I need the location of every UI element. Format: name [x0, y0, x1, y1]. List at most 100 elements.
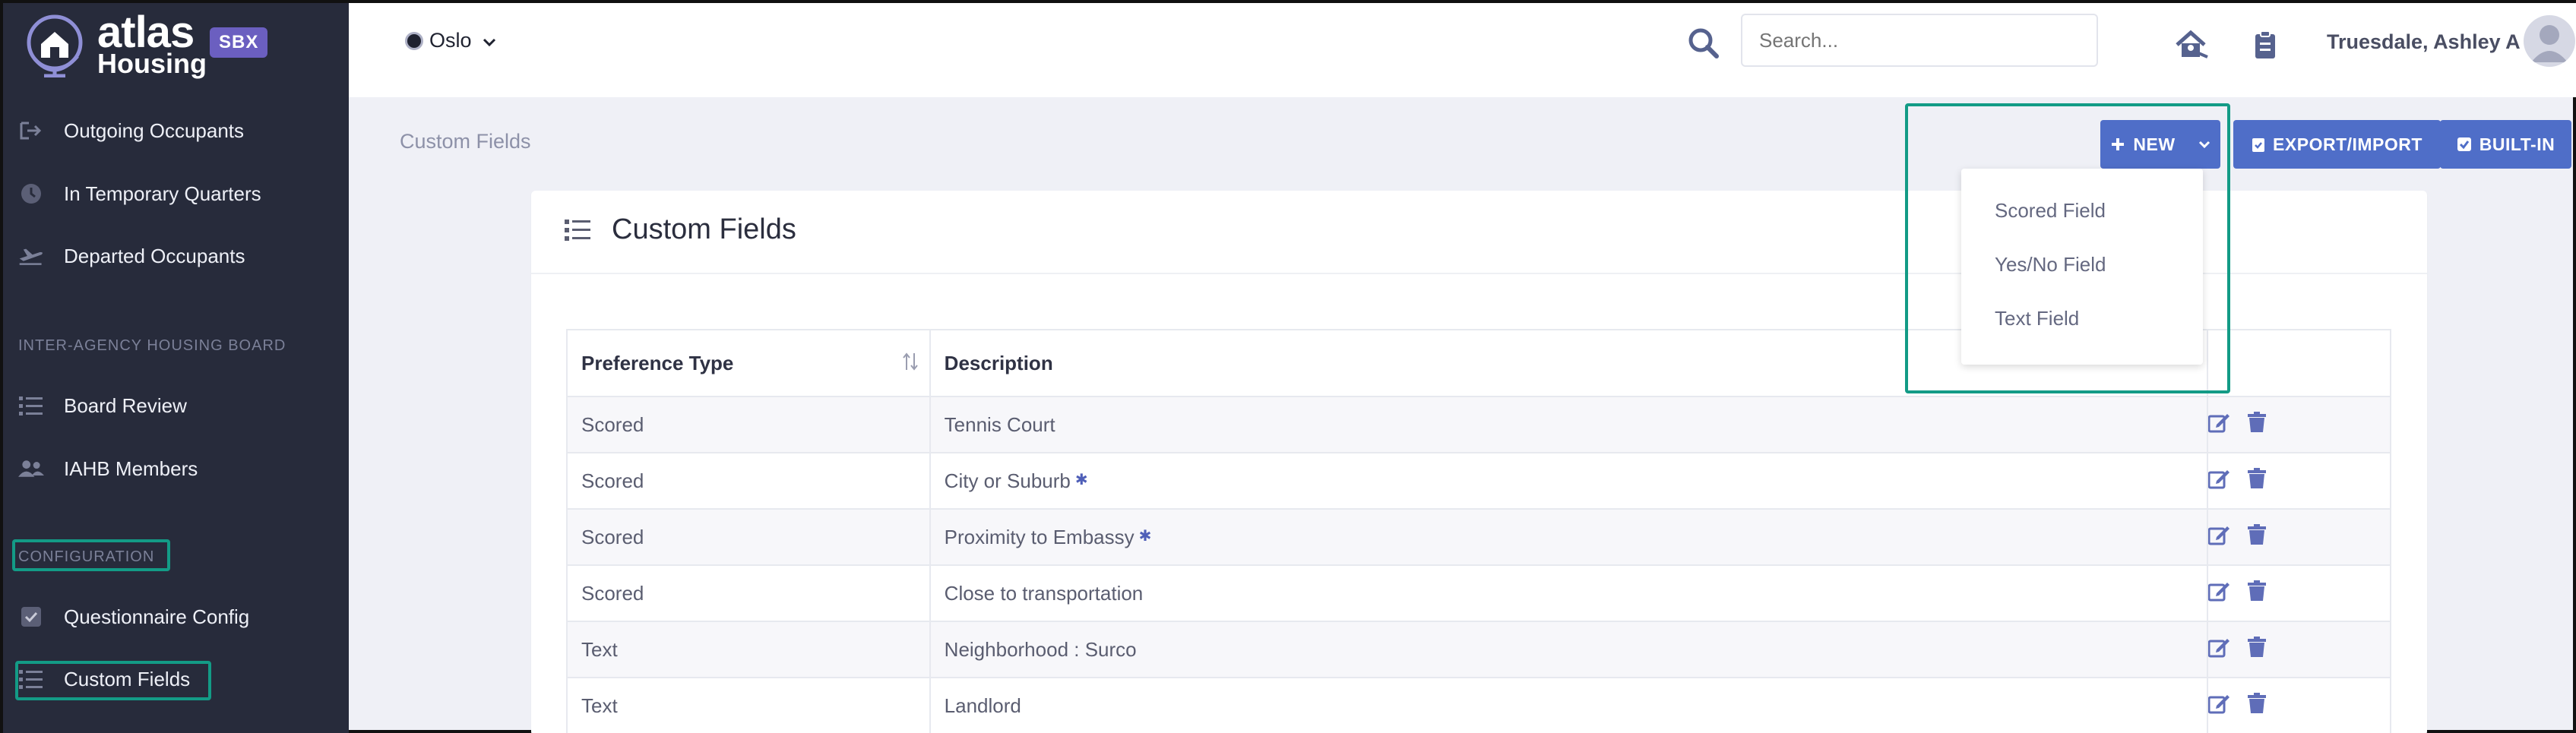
city-dot-icon: [405, 31, 423, 50]
cell-preference-type: Scored: [566, 452, 931, 510]
cell-actions: [2207, 564, 2391, 622]
sign-out-icon: [18, 118, 44, 144]
cell-actions: [2207, 396, 2391, 453]
menu-item-yes-no-field[interactable]: Yes/No Field: [1995, 253, 2106, 276]
sidebar-item-outgoing-occupants[interactable]: Outgoing Occupants: [3, 108, 349, 153]
brand-logo[interactable]: atlas Housing SBX: [24, 8, 343, 81]
table-row[interactable]: Scored Proximity to Embassy ✱: [566, 508, 2391, 566]
sidebar-item-label: Departed Occupants: [64, 244, 245, 267]
trash-icon[interactable]: [2248, 411, 2267, 433]
cell-actions: [2207, 677, 2391, 733]
preference-type-value: Scored: [581, 412, 644, 436]
built-in-button[interactable]: BUILT-IN: [2440, 120, 2571, 169]
sidebar-item-label: Outgoing Occupants: [64, 118, 245, 142]
description-value: Close to transportation: [944, 581, 1144, 605]
preference-type-value: Text: [581, 637, 618, 661]
user-name[interactable]: Truesdale, Ashley A: [2327, 30, 2521, 54]
list-icon: [18, 393, 44, 419]
cell-description: City or Suburb ✱: [929, 452, 2209, 510]
column-header-label: Description: [944, 351, 1053, 374]
description-value: Neighborhood : Surco: [944, 637, 1137, 661]
preference-type-value: Text: [581, 694, 618, 717]
cell-actions: [2207, 621, 2391, 678]
globe-house-icon: [27, 14, 83, 77]
trash-icon[interactable]: [2248, 580, 2267, 602]
sort-icon[interactable]: [902, 352, 919, 377]
cell-actions: [2207, 508, 2391, 566]
trash-icon[interactable]: [2248, 692, 2267, 714]
chevron-down-icon: [483, 29, 496, 52]
edit-icon[interactable]: [2208, 524, 2231, 545]
table-row[interactable]: Scored City or Suburb ✱: [566, 452, 2391, 510]
description-value: Proximity to Embassy: [944, 525, 1135, 548]
sidebar-item-label: Questionnaire Config: [64, 605, 250, 628]
cell-description: Close to transportation: [929, 564, 2209, 622]
menu-item-text-field[interactable]: Text Field: [1995, 307, 2079, 330]
clock-icon: [18, 181, 44, 207]
cell-description: Tennis Court: [929, 396, 2209, 453]
clipboard-icon[interactable]: [2246, 26, 2284, 64]
sidebar: atlas Housing SBX Outgoing Occupants In …: [3, 3, 349, 733]
check-square-icon: [2457, 137, 2472, 152]
cell-description: Proximity to Embassy ✱: [929, 508, 2209, 566]
trash-icon[interactable]: [2248, 636, 2267, 658]
table-row[interactable]: Scored Close to transportation: [566, 564, 2391, 622]
search-icon[interactable]: [1686, 26, 1721, 61]
check-square-icon: [18, 604, 44, 630]
description-value: Landlord: [944, 694, 1021, 717]
cell-actions: [2207, 452, 2391, 510]
users-icon: [18, 456, 44, 482]
sidebar-item-departed-occupants[interactable]: Departed Occupants: [3, 233, 349, 279]
export-import-button[interactable]: EXPORT/IMPORT: [2233, 120, 2441, 169]
required-star-icon: ✱: [1074, 471, 1088, 488]
sidebar-item-in-temporary-quarters[interactable]: In Temporary Quarters: [3, 171, 349, 216]
table-row[interactable]: Text Neighborhood : Surco: [566, 621, 2391, 678]
sidebar-item-iahb-members[interactable]: IAHB Members: [3, 446, 349, 491]
brand-subtitle: Housing: [97, 48, 207, 79]
table-row[interactable]: Text Landlord: [566, 677, 2391, 733]
highlight-box-configuration: [12, 539, 170, 571]
sidebar-item-questionnaire-config[interactable]: Questionnaire Config: [3, 594, 349, 640]
sidebar-item-label: In Temporary Quarters: [64, 182, 261, 205]
environment-badge: SBX: [210, 27, 268, 58]
edit-icon[interactable]: [2208, 412, 2231, 433]
cell-preference-type: Text: [566, 677, 931, 733]
built-in-label: BUILT-IN: [2479, 134, 2555, 154]
sidebar-item-label: Board Review: [64, 393, 187, 417]
search-input[interactable]: [1741, 14, 2098, 67]
cell-preference-type: Text: [566, 621, 931, 678]
section-heading-board: INTER-AGENCY HOUSING BOARD: [18, 337, 286, 354]
sidebar-item-label: IAHB Members: [64, 457, 198, 480]
column-header-preference-type[interactable]: Preference Type: [566, 329, 931, 397]
breadcrumb: Custom Fields: [400, 130, 531, 153]
description-value: Tennis Court: [944, 412, 1055, 436]
export-import-label: EXPORT/IMPORT: [2273, 134, 2423, 154]
sidebar-item-board-review[interactable]: Board Review: [3, 383, 349, 428]
column-header-actions: [2207, 329, 2391, 397]
top-bar: Oslo Truesdale, Ashley A: [349, 3, 2576, 97]
edit-icon[interactable]: [2208, 637, 2231, 658]
trash-icon[interactable]: [2248, 523, 2267, 545]
card-title: Custom Fields: [612, 213, 796, 245]
list-icon: [565, 218, 592, 246]
table-row[interactable]: Scored Tennis Court: [566, 396, 2391, 453]
city-name: Oslo: [429, 29, 472, 52]
city-selector[interactable]: Oslo: [405, 29, 496, 52]
menu-item-scored-field[interactable]: Scored Field: [1995, 199, 2106, 223]
new-field-dropdown-menu: Scored Field Yes/No Field Text Field: [1961, 169, 2203, 365]
edit-icon[interactable]: [2208, 580, 2231, 602]
cell-preference-type: Scored: [566, 508, 931, 566]
plane-departure-icon: [18, 243, 44, 269]
cell-preference-type: Scored: [566, 396, 931, 453]
edit-icon[interactable]: [2208, 468, 2231, 489]
description-value: City or Suburb: [944, 469, 1071, 492]
preference-type-value: Scored: [581, 469, 644, 492]
column-header-label: Preference Type: [581, 351, 734, 374]
edit-icon[interactable]: [2208, 693, 2231, 714]
clipboard-check-icon: [2252, 136, 2265, 153]
trash-icon[interactable]: [2248, 467, 2267, 489]
avatar[interactable]: [2524, 15, 2575, 67]
cell-description: Landlord: [929, 677, 2209, 733]
house-user-icon[interactable]: [2173, 26, 2210, 64]
cell-preference-type: Scored: [566, 564, 931, 622]
